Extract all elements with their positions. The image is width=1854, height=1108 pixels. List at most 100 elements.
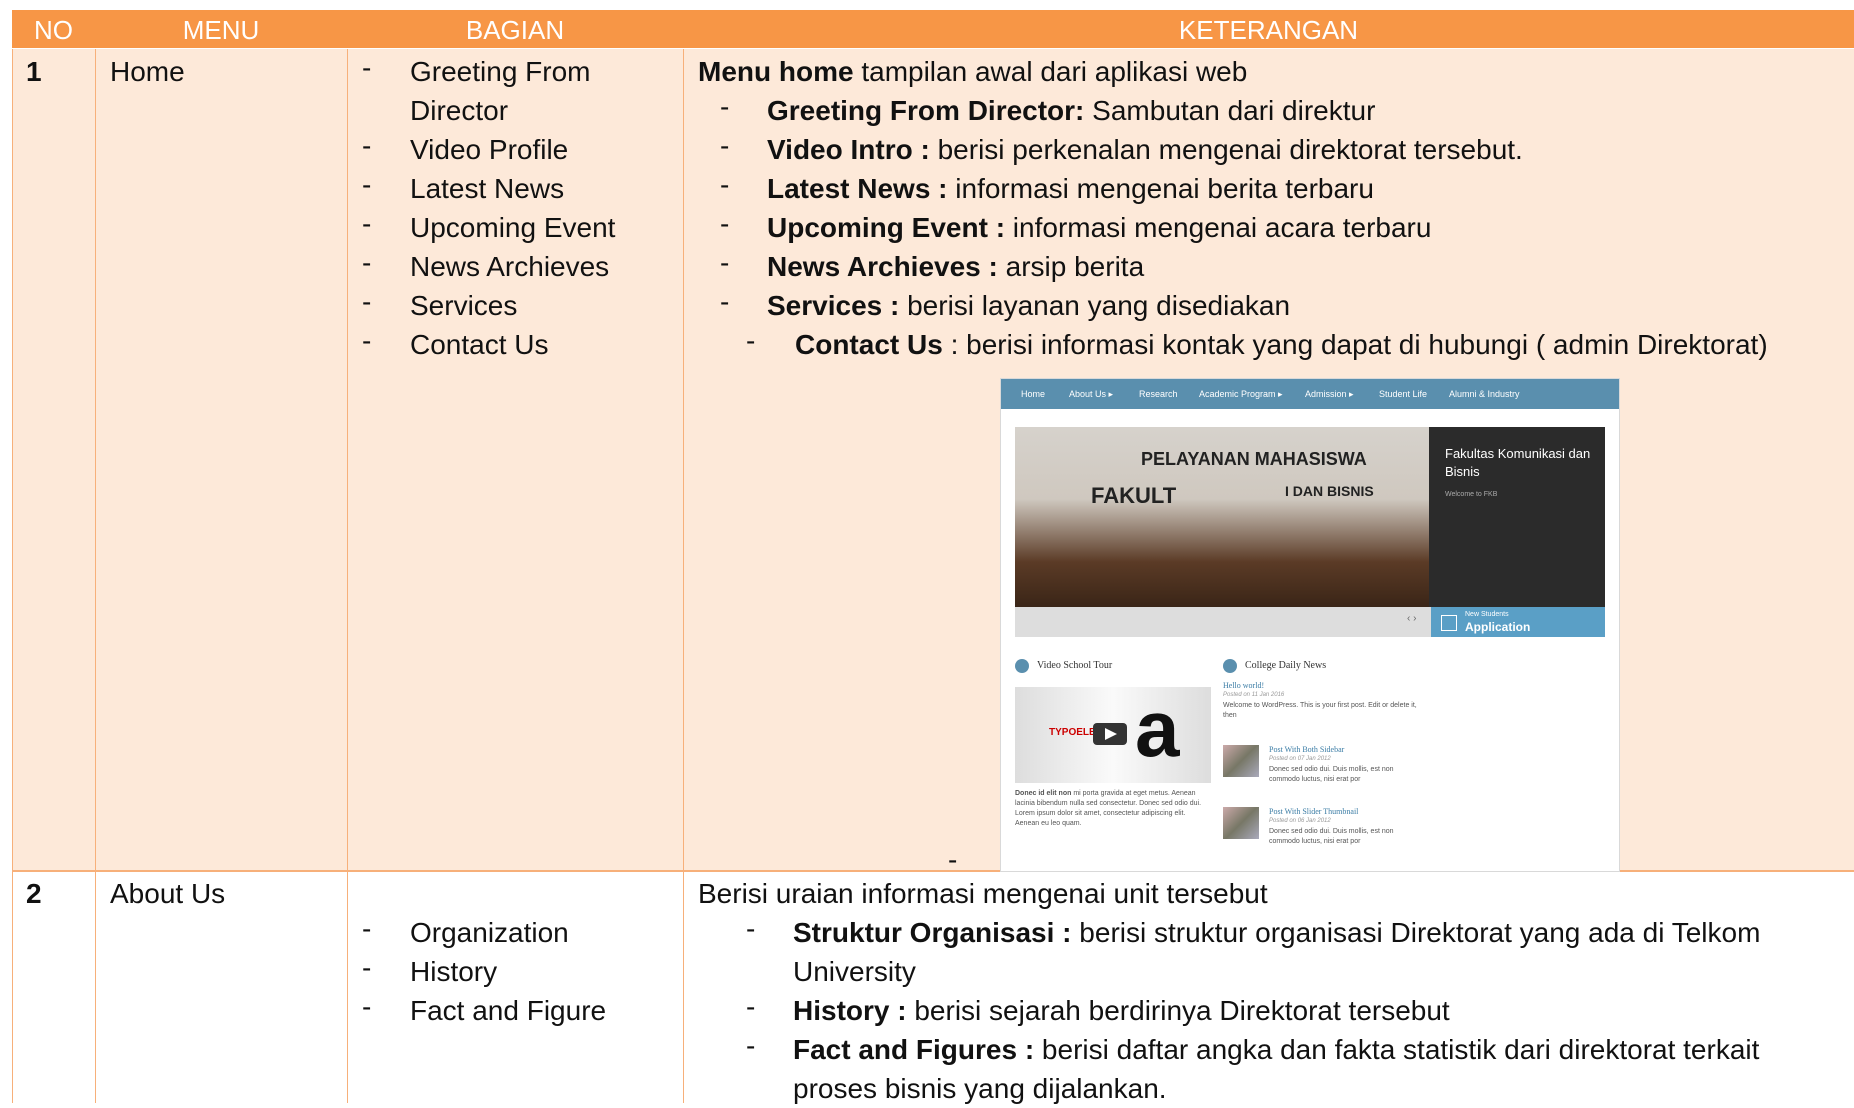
hero-sign-text: FAKULT bbox=[1091, 483, 1177, 508]
list-dash: - bbox=[362, 208, 372, 239]
keterangan-item-cont: University bbox=[793, 956, 916, 987]
list-dash: - bbox=[720, 91, 730, 122]
grid-line bbox=[95, 49, 96, 1103]
item-bold: History : bbox=[793, 995, 907, 1026]
application-button: New Students Application bbox=[1431, 607, 1605, 637]
hero-caption: Fakultas Komunikasi dan Bisnis Welcome t… bbox=[1429, 427, 1605, 607]
calendar-icon bbox=[1441, 615, 1457, 631]
bagian-item: Latest News bbox=[410, 173, 565, 204]
header-menu: MENU bbox=[95, 10, 347, 48]
item-bold: Struktur Organisasi : bbox=[793, 917, 1072, 948]
site-nav-item: Academic Program ▸ bbox=[1199, 389, 1283, 399]
bagian-item: Director bbox=[410, 95, 509, 126]
news-icon bbox=[1223, 659, 1237, 673]
intro-bold: Menu home bbox=[698, 56, 854, 87]
header-keterangan: KETERANGAN bbox=[683, 10, 1854, 48]
post-title: Hello world! bbox=[1223, 681, 1265, 690]
post-meta: Posted on 11 Jan 2016 bbox=[1223, 692, 1285, 698]
item-rest: : berisi informasi kontak yang dapat di … bbox=[942, 329, 1768, 360]
bagian-item: Contact Us bbox=[410, 329, 549, 360]
list-dash: - bbox=[720, 208, 730, 239]
item-rest: Sambutan dari direktur bbox=[1084, 95, 1376, 126]
hero-sign-text: I DAN BISNIS bbox=[1285, 483, 1374, 499]
keterangan-item-cont: proses bisnis yang dijalankan. bbox=[793, 1073, 1167, 1104]
bagian-item: News Archieves bbox=[410, 251, 610, 282]
list-dash: - bbox=[362, 52, 372, 83]
bagian-item: Organization bbox=[410, 917, 569, 948]
list-dash: - bbox=[746, 1030, 756, 1061]
grid-line bbox=[347, 49, 348, 1103]
keterangan-item: Video Intro : berisi perkenalan mengenai… bbox=[767, 130, 1523, 169]
bagian-item: Upcoming Event bbox=[410, 212, 616, 243]
list-dash: - bbox=[746, 913, 756, 944]
keterangan-item: Latest News : informasi mengenai berita … bbox=[767, 169, 1374, 208]
item-rest: berisi struktur organisasi Direktorat ya… bbox=[1071, 917, 1761, 948]
list-dash: - bbox=[362, 286, 372, 317]
keterangan-item: Struktur Organisasi : berisi struktur or… bbox=[793, 913, 1760, 952]
list-dash: - bbox=[720, 286, 730, 317]
grid-line bbox=[12, 49, 13, 1103]
hero-title: Fakultas Komunikasi dan Bisnis bbox=[1445, 446, 1591, 479]
item-bold: Services : bbox=[767, 290, 900, 321]
item-rest: informasi mengenai berita terbaru bbox=[947, 173, 1374, 204]
item-rest: arsip berita bbox=[997, 251, 1145, 282]
keterangan-item: News Archieves : arsip berita bbox=[767, 247, 1144, 286]
item-bold: News Archieves : bbox=[767, 251, 998, 282]
table: NO MENU BAGIAN KETERANGAN 1 Home - Greet… bbox=[0, 0, 1854, 1104]
row1-number: 1 bbox=[26, 56, 42, 87]
item-rest: berisi daftar angka dan fakta statistik … bbox=[1034, 1034, 1760, 1065]
post-excerpt: Donec sed odio dui. Duis mollis, est non… bbox=[1269, 828, 1394, 845]
hero-slider: PELAYANAN MAHASISWA FAKULT I DAN BISNIS … bbox=[1015, 427, 1605, 607]
site-nav-item: About Us ▸ bbox=[1069, 389, 1114, 399]
header-no: NO bbox=[12, 10, 95, 48]
video-caption-bold: Donec id elit non bbox=[1015, 790, 1072, 797]
intro-rest: tampilan awal dari aplikasi web bbox=[853, 56, 1248, 87]
row2-bagian-cell bbox=[348, 872, 683, 1103]
item-bold: Fact and Figures : bbox=[793, 1034, 1035, 1065]
list-dash: - bbox=[362, 913, 372, 944]
row1-menu: Home bbox=[110, 56, 185, 87]
grid-line bbox=[683, 49, 684, 1103]
hero-photo: PELAYANAN MAHASISWA FAKULT I DAN BISNIS bbox=[1015, 427, 1429, 607]
keterangan-item: History : berisi sejarah berdirinya Dire… bbox=[793, 991, 1450, 1030]
post-excerpt: Donec sed odio dui. Duis mollis, est non… bbox=[1269, 766, 1394, 783]
row2-no-cell bbox=[12, 872, 95, 1103]
site-nav-item: Research bbox=[1139, 389, 1178, 399]
item-bold: Upcoming Event : bbox=[767, 212, 1006, 243]
list-dash: - bbox=[362, 247, 372, 278]
bagian-item: Video Profile bbox=[410, 134, 569, 165]
post-title: Post With Slider Thumbnail bbox=[1269, 807, 1359, 816]
site-nav-item: Home bbox=[1021, 389, 1046, 399]
item-bold: Video Intro : bbox=[767, 134, 930, 165]
post-thumbnail bbox=[1223, 807, 1259, 839]
list-dash: - bbox=[362, 130, 372, 161]
item-bold: Contact Us bbox=[795, 329, 943, 360]
play-icon bbox=[1093, 723, 1127, 745]
list-dash: - bbox=[362, 991, 372, 1022]
bagian-item: Fact and Figure bbox=[410, 995, 607, 1026]
row2-number: 2 bbox=[26, 878, 42, 909]
post-meta: Posted on 07 Jan 2012 bbox=[1269, 756, 1331, 762]
item-rest: berisi sejarah berdirinya Direktorat ter… bbox=[906, 995, 1450, 1026]
row2-menu: About Us bbox=[110, 878, 226, 909]
item-rest: berisi perkenalan mengenai direktorat te… bbox=[929, 134, 1523, 165]
hero-sign-text: PELAYANAN MAHASISWA bbox=[1141, 449, 1367, 469]
keterangan-item: Upcoming Event : informasi mengenai acar… bbox=[767, 208, 1431, 247]
list-dash: - bbox=[746, 325, 756, 356]
video-icon bbox=[1015, 659, 1029, 673]
keterangan-item: Greeting From Director: Sambutan dari di… bbox=[767, 91, 1375, 130]
site-nav: Home About Us ▸ Research Academic Progra… bbox=[1001, 379, 1619, 409]
post-excerpt: Welcome to WordPress. This is your first… bbox=[1223, 702, 1417, 719]
bagian-item: Services bbox=[410, 290, 518, 321]
item-rest: informasi mengenai acara terbaru bbox=[1005, 212, 1432, 243]
video-section-title: Video School Tour bbox=[1037, 660, 1113, 671]
item-rest: berisi layanan yang disediakan bbox=[899, 290, 1291, 321]
video-player: TYPOELEME a bbox=[1015, 687, 1211, 783]
item-bold: Greeting From Director: bbox=[767, 95, 1085, 126]
header-bagian: BAGIAN bbox=[347, 10, 683, 48]
keterangan-item: Services : berisi layanan yang disediaka… bbox=[767, 286, 1290, 325]
app-label: Application bbox=[1465, 620, 1531, 634]
site-nav-item: Admission ▸ bbox=[1305, 389, 1354, 399]
list-dash: - bbox=[720, 247, 730, 278]
row1-no-cell bbox=[12, 49, 95, 870]
